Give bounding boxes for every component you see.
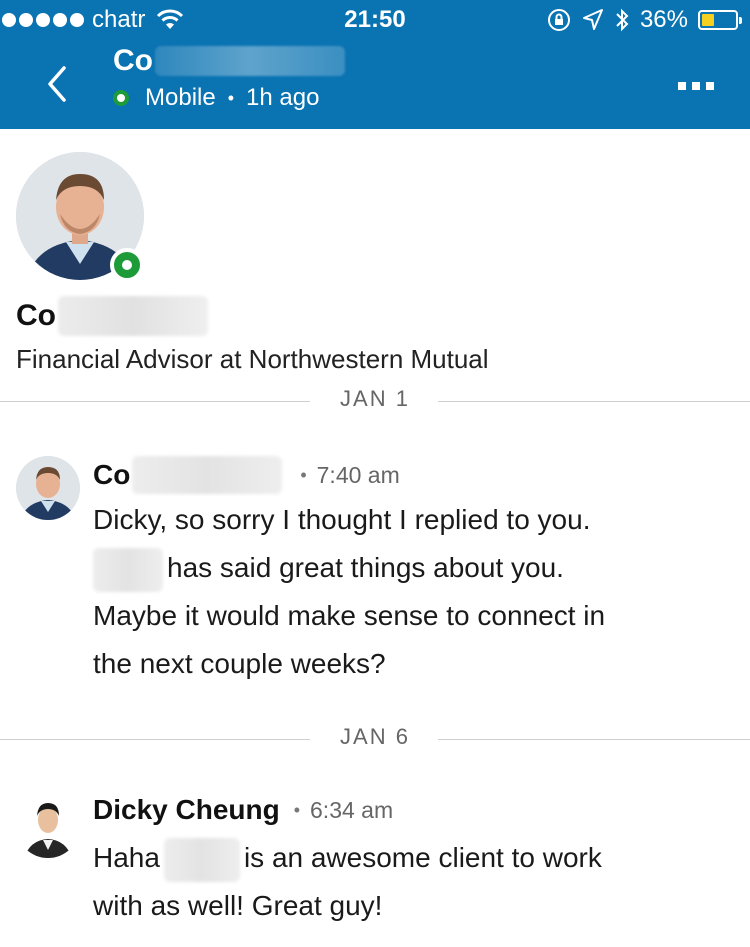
message-line: Dicky, so sorry I thought I replied to y… [93, 504, 591, 535]
message-header: Dicky Cheung • 6:34 am [93, 794, 393, 826]
message-body: Haha is an awesome client to work with as… [93, 834, 733, 930]
profile-name[interactable]: Co [16, 296, 208, 336]
message-sender[interactable]: Co [93, 456, 286, 494]
header-presence: Mobile • 1h ago [113, 84, 319, 112]
date-divider-label: JAN 6 [340, 724, 410, 749]
message-line: the next couple weeks? [93, 648, 386, 679]
message-line: with as well! Great guy! [93, 890, 383, 921]
presence-status: Mobile [145, 84, 216, 111]
ellipsis-icon[interactable] [678, 82, 714, 90]
header-contact-name-visible: Co [113, 44, 153, 77]
location-arrow-icon [582, 9, 603, 30]
redacted-name-blur [132, 456, 283, 494]
sender-avatar[interactable] [16, 794, 80, 858]
redacted-name-blur [58, 296, 208, 336]
status-right: 36% [546, 6, 742, 34]
redacted-name-blur [93, 547, 163, 592]
status-bar: chatr 21:50 36% [0, 0, 750, 40]
separator-dot: • [227, 87, 235, 108]
message-line-text: Haha [93, 842, 160, 873]
message-line-text: has said great things about you. [167, 552, 564, 583]
message-sender[interactable]: Dicky Cheung [93, 794, 280, 826]
person-photo [16, 456, 80, 520]
message-line-text: is an awesome client to work [243, 842, 602, 873]
message-time: 7:40 am [316, 461, 400, 488]
person-photo [16, 794, 80, 858]
bluetooth-icon [616, 8, 629, 32]
battery-icon [698, 10, 742, 30]
profile-name-visible: Co [16, 299, 56, 332]
chevron-left-icon[interactable] [44, 64, 72, 104]
battery-level-fill [702, 14, 714, 26]
last-seen: 1h ago [246, 84, 320, 111]
sender-avatar[interactable] [16, 456, 80, 520]
conversation-header: chatr 21:50 36% Co Mobile • 1h ago [0, 0, 750, 129]
message-time: 6:34 am [310, 796, 394, 823]
redacted-name-blur [155, 46, 345, 76]
profile-headline: Financial Advisor at Northwestern Mutual [16, 344, 489, 374]
online-status-icon [113, 90, 129, 106]
date-divider-label: JAN 1 [340, 386, 410, 411]
date-divider: JAN 6 [0, 724, 750, 754]
message-line: Maybe it would make sense to connect in [93, 600, 606, 631]
separator-dot: • [293, 799, 301, 820]
message-body: Dicky, so sorry I thought I replied to y… [93, 496, 733, 688]
header-contact-name[interactable]: Co [113, 44, 345, 78]
rotation-lock-icon [547, 9, 570, 31]
message-sender-visible: Co [93, 459, 131, 490]
message-header: Co • 7:40 am [93, 456, 400, 494]
separator-dot: • [300, 464, 307, 485]
message-line: Haha is an awesome client to work [93, 834, 733, 882]
date-divider: JAN 1 [0, 386, 750, 416]
redacted-name-blur [163, 837, 240, 882]
online-presence-icon [110, 248, 144, 282]
battery-percent: 36% [639, 6, 688, 33]
message-line: has said great things about you. [93, 544, 733, 592]
